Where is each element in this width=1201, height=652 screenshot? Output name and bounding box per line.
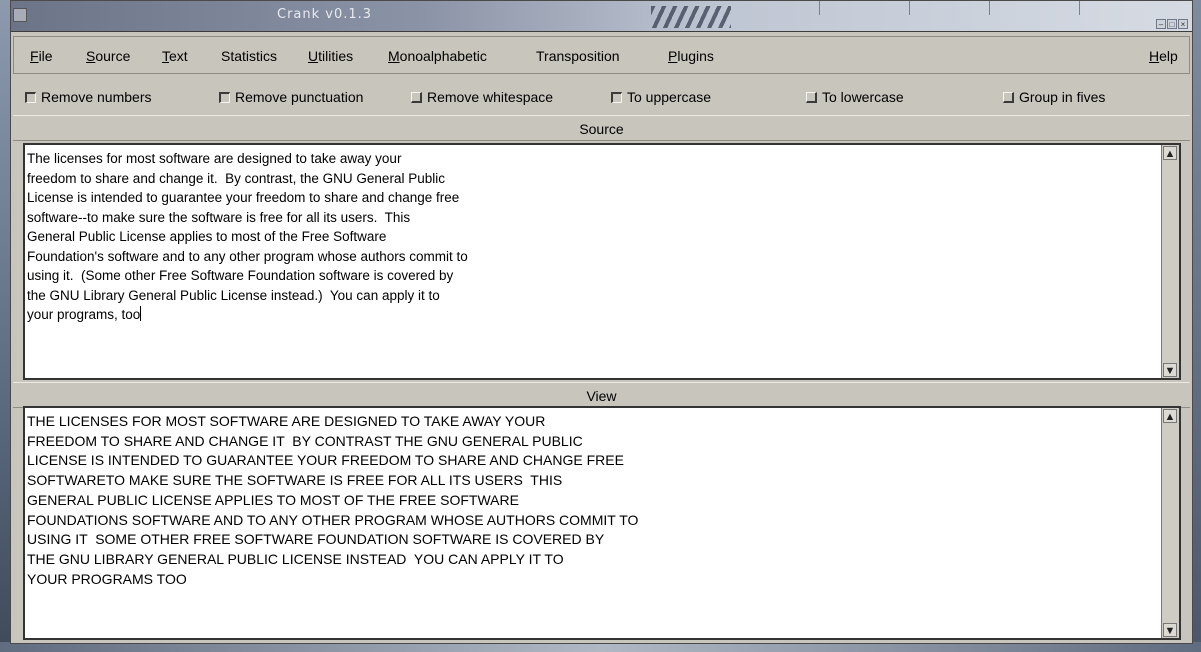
title-bar-decoration [651, 6, 731, 28]
title-bar[interactable]: Crank v0.1.3 – □ × [11, 1, 1192, 32]
title-bar-separator [1079, 1, 1080, 15]
menu-transposition[interactable]: Transposition [536, 48, 620, 64]
maximize-icon[interactable]: □ [1167, 19, 1177, 29]
menu-plugins[interactable]: Plugins [668, 48, 714, 64]
checkbox[interactable] [219, 91, 230, 103]
option-remove-punctuation[interactable]: Remove punctuation [219, 89, 363, 105]
view-text[interactable]: THE LICENSES FOR MOST SOFTWARE ARE DESIG… [27, 412, 1159, 638]
option-to-lowercase[interactable]: To lowercase [806, 89, 904, 105]
close-icon[interactable]: × [1178, 19, 1188, 29]
menu-statistics[interactable]: Statistics [221, 48, 277, 64]
checkbox[interactable] [25, 91, 36, 103]
option-to-uppercase[interactable]: To uppercase [611, 89, 711, 105]
menu-file[interactable]: File [30, 48, 53, 64]
scroll-down-arrow-icon[interactable]: ▼ [1163, 363, 1177, 377]
scroll-up-arrow-icon[interactable]: ▲ [1163, 146, 1177, 160]
menu-bar: File Source Text Statistics Utilities Mo… [13, 36, 1190, 74]
option-group-in-fives[interactable]: Group in fives [1003, 89, 1105, 105]
option-remove-numbers[interactable]: Remove numbers [25, 89, 152, 105]
title-bar-separator [989, 1, 990, 15]
window-menu-icon[interactable] [13, 8, 27, 22]
checkbox[interactable] [411, 91, 422, 103]
source-text-area[interactable]: The licenses for most software are desig… [23, 143, 1181, 380]
title-bar-separator [909, 1, 910, 15]
source-text[interactable]: The licenses for most software are desig… [27, 149, 1159, 378]
checkbox[interactable] [611, 91, 622, 103]
menu-text[interactable]: Text [162, 48, 188, 64]
scroll-up-arrow-icon[interactable]: ▲ [1163, 409, 1177, 423]
view-text-area[interactable]: THE LICENSES FOR MOST SOFTWARE ARE DESIG… [23, 406, 1181, 640]
checkbox[interactable] [806, 91, 817, 103]
source-header: Source [13, 115, 1190, 141]
crank-window: Crank v0.1.3 – □ × File Source Text Stat… [10, 0, 1193, 644]
options-bar: Remove numbers Remove punctuation Remove… [13, 81, 1190, 111]
option-remove-whitespace[interactable]: Remove whitespace [411, 89, 553, 105]
source-scrollbar[interactable]: ▲ ▼ [1161, 145, 1179, 378]
view-scrollbar[interactable]: ▲ ▼ [1161, 408, 1179, 638]
window-title: Crank v0.1.3 [277, 7, 373, 22]
menu-utilities[interactable]: Utilities [308, 48, 353, 64]
text-cursor [140, 306, 142, 321]
checkbox[interactable] [1003, 91, 1014, 103]
scroll-down-arrow-icon[interactable]: ▼ [1163, 623, 1177, 637]
menu-monoalphabetic[interactable]: Monoalphabetic [388, 48, 487, 64]
menu-help[interactable]: Help [1149, 48, 1178, 64]
title-bar-separator [819, 1, 820, 15]
window-controls: – □ × [1156, 19, 1188, 29]
menu-source[interactable]: Source [86, 48, 130, 64]
minimize-icon[interactable]: – [1156, 19, 1166, 29]
view-header: View [13, 382, 1190, 408]
